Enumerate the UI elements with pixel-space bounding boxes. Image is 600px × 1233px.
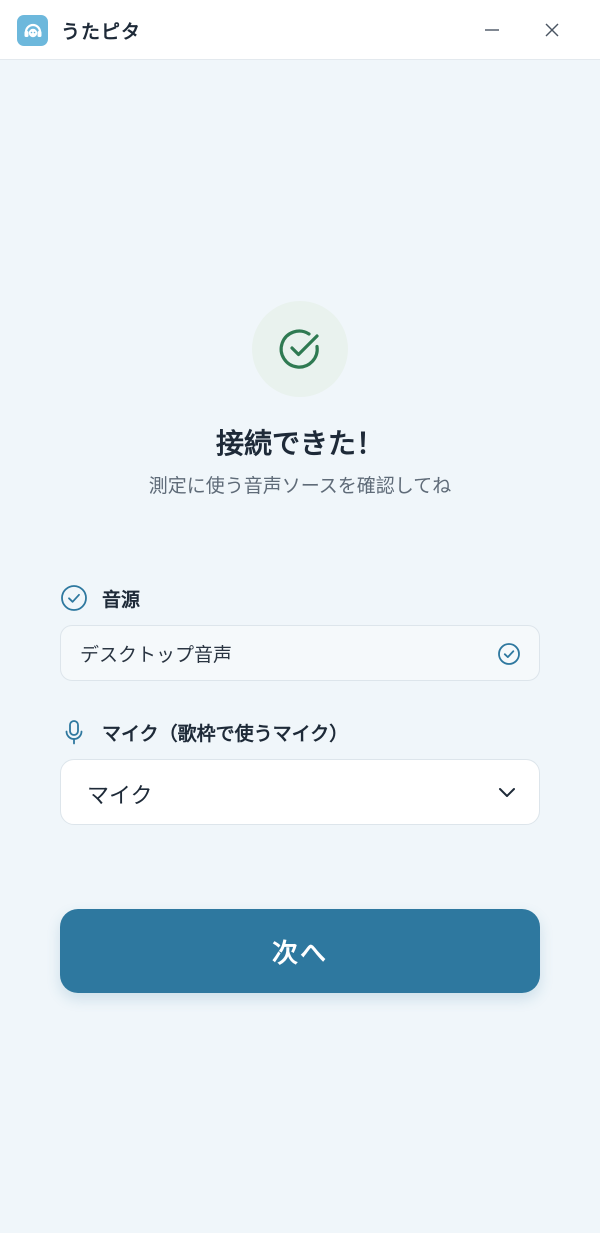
mic-select-value: マイク	[87, 784, 153, 809]
microphone-icon	[60, 718, 88, 746]
app-logo-icon	[17, 15, 48, 46]
minimize-icon	[485, 29, 499, 31]
mic-label-text: マイク（歌枠で使うマイク）	[102, 722, 349, 745]
source-value: デスクトップ音声	[80, 644, 233, 666]
mic-select[interactable]: マイク	[60, 759, 540, 825]
source-field: デスクトップ音声	[60, 625, 540, 681]
source-label-text: 音源	[102, 588, 141, 611]
title-bar: うたピタ	[0, 0, 600, 60]
page-subtitle: 測定に使う音声ソースを確認してね	[148, 475, 452, 497]
next-button[interactable]: 次へ	[60, 909, 540, 993]
next-button-label: 次へ	[271, 937, 328, 968]
check-circle-icon	[497, 642, 521, 666]
source-label: 音源	[60, 584, 140, 612]
check-circle-icon	[279, 329, 319, 369]
minimize-button[interactable]	[472, 10, 512, 50]
close-button[interactable]	[532, 10, 572, 50]
mic-label: マイク（歌枠で使うマイク）	[60, 718, 348, 746]
chevron-down-icon	[495, 780, 519, 804]
check-circle-icon	[60, 584, 88, 612]
success-badge	[252, 301, 348, 397]
app-title: うたピタ	[61, 21, 142, 43]
page-title: 接続できた！	[215, 427, 384, 460]
close-icon	[545, 23, 559, 37]
